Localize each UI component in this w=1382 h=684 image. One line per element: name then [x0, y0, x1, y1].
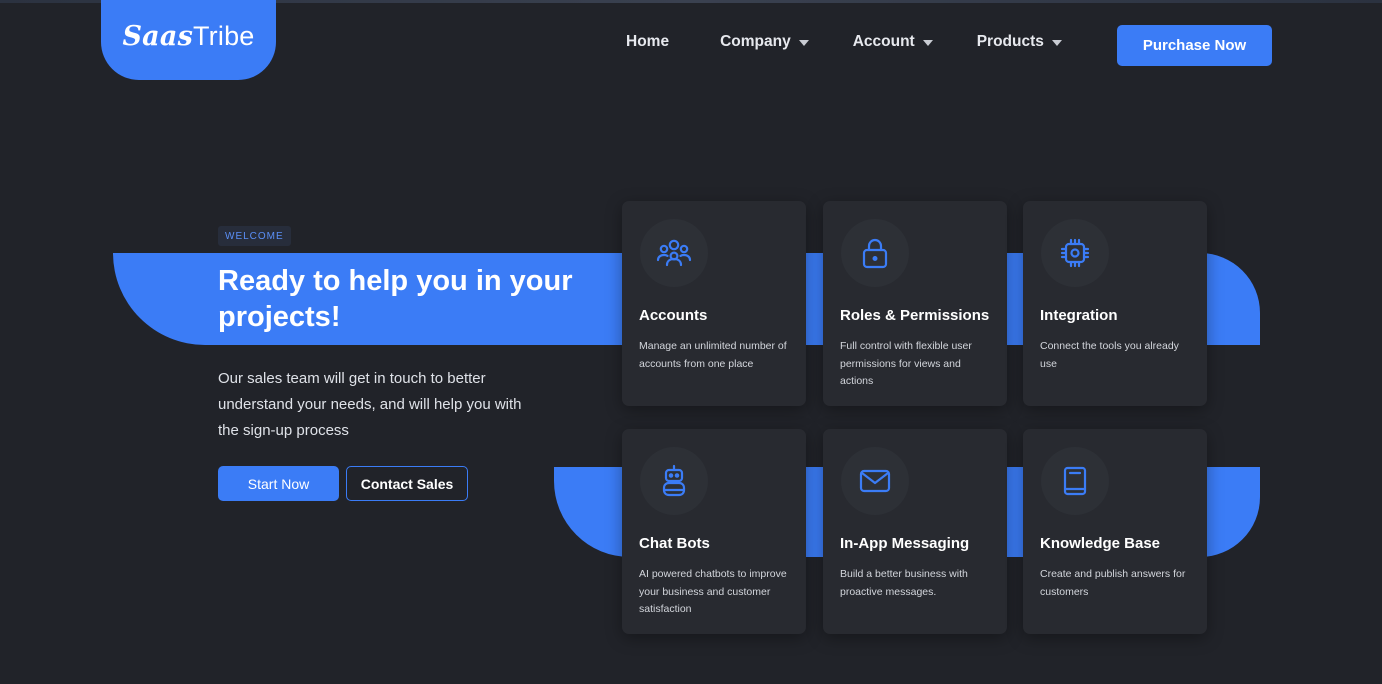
decor-band — [1200, 253, 1260, 345]
purchase-now-button[interactable]: Purchase Now — [1117, 25, 1272, 66]
feature-title: In-App Messaging — [840, 535, 970, 552]
chevron-down-icon — [798, 40, 809, 46]
decor-band — [1200, 467, 1260, 557]
feature-title: Chat Bots — [639, 535, 710, 552]
feature-card-roles-permissions[interactable]: Roles & Permissions Full control with fl… — [823, 201, 1007, 406]
main-nav: Home Company Account Products — [626, 33, 1062, 51]
feature-card-integration[interactable]: Integration Connect the tools you alread… — [1023, 201, 1207, 406]
chevron-down-icon — [922, 40, 933, 46]
nav-item-label: Account — [852, 33, 915, 50]
logo-script-part: Saas — [122, 20, 193, 52]
nav-item-label: Products — [976, 33, 1044, 50]
start-now-button[interactable]: Start Now — [218, 466, 339, 501]
nav-item-label: Home — [626, 33, 670, 50]
logo[interactable]: SaasTribe — [101, 0, 276, 80]
feature-title: Integration — [1040, 307, 1118, 324]
mail-icon — [841, 447, 909, 515]
hero-title: Ready to help you in your projects! — [218, 265, 573, 333]
contact-sales-button[interactable]: Contact Sales — [346, 466, 468, 501]
hero-description: Our sales team will get in touch to bett… — [218, 370, 522, 439]
robot-icon — [640, 447, 708, 515]
nav-item-account[interactable]: Account — [853, 33, 933, 51]
feature-description: Connect the tools you already use — [1040, 340, 1179, 370]
feature-title: Accounts — [639, 307, 708, 324]
logo-plain-part: Tribe — [192, 20, 255, 51]
feature-description: Create and publish answers for customers — [1040, 568, 1186, 598]
chevron-down-icon — [1051, 40, 1062, 46]
feature-description: Full control with flexible user permissi… — [840, 340, 972, 387]
lock-icon — [841, 219, 909, 287]
feature-card-chat-bots[interactable]: Chat Bots AI powered chatbots to improve… — [622, 429, 806, 634]
feature-card-knowledge-base[interactable]: Knowledge Base Create and publish answer… — [1023, 429, 1207, 634]
users-icon — [640, 219, 708, 287]
logo-text: SaasTribe — [122, 21, 254, 52]
nav-item-products[interactable]: Products — [977, 33, 1062, 51]
nav-item-label: Company — [720, 33, 791, 50]
nav-item-company[interactable]: Company — [720, 33, 809, 51]
book-icon — [1041, 447, 1109, 515]
decor-band — [554, 467, 630, 557]
feature-title: Knowledge Base — [1040, 535, 1161, 552]
welcome-badge: WELCOME — [218, 226, 291, 246]
feature-card-in-app-messaging[interactable]: In-App Messaging Build a better business… — [823, 429, 1007, 634]
nav-item-home[interactable]: Home — [626, 33, 669, 51]
feature-description: Build a better business with proactive m… — [840, 568, 968, 598]
feature-title: Roles & Permissions — [840, 307, 990, 324]
feature-card-accounts[interactable]: Accounts Manage an unlimited number of a… — [622, 201, 806, 406]
feature-description: Manage an unlimited number of accounts f… — [639, 340, 787, 370]
feature-description: AI powered chatbots to improve your busi… — [639, 568, 787, 615]
chip-icon — [1041, 219, 1109, 287]
